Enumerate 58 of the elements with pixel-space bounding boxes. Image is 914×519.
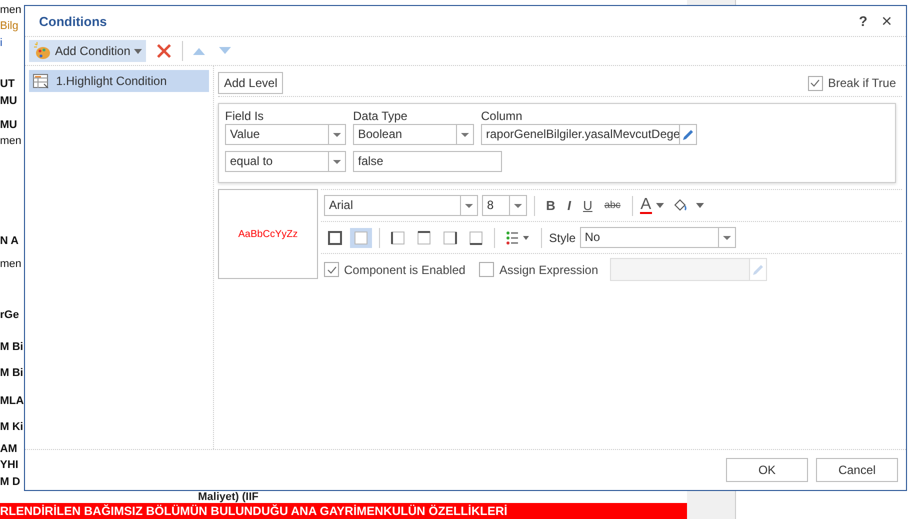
report-text: M D <box>0 476 20 488</box>
field-label: Data Type <box>353 109 408 123</box>
assign-expression-checkbox[interactable]: Assign Expression <box>479 262 598 277</box>
strikethrough-button[interactable]: abc <box>600 200 625 211</box>
font-color-button[interactable]: A <box>640 197 652 214</box>
help-button[interactable]: ? <box>854 10 872 32</box>
table-icon <box>33 74 50 88</box>
report-text: men <box>0 258 22 270</box>
ok-button[interactable]: OK <box>726 458 808 482</box>
close-button[interactable]: × <box>877 10 896 32</box>
caret-icon <box>134 48 142 54</box>
report-text: M Ki <box>0 421 24 433</box>
report-banner: RLENDİRİLEN BAĞIMSIZ BÖLÜMÜN BULUNDUĞU ANA GAYRİMENKULÜN ÖZELLİKLERİ <box>0 503 687 519</box>
expression-field[interactable] <box>610 258 768 281</box>
italic-button[interactable]: I <box>563 198 576 213</box>
report-text: MU <box>0 95 18 107</box>
field-label: Field Is <box>225 109 265 123</box>
report-text: YHI <box>0 459 18 471</box>
pencil-icon <box>752 264 764 276</box>
report-text: MU <box>0 119 18 131</box>
caret-icon <box>696 203 704 208</box>
palette-icon <box>33 42 51 60</box>
report-text: M Bi <box>0 341 24 353</box>
operator-dropdown[interactable]: equal to <box>225 151 346 172</box>
check-icon <box>810 79 820 87</box>
style-dropdown[interactable]: No <box>580 227 736 248</box>
report-text: N A <box>0 235 19 247</box>
check-icon <box>326 266 336 274</box>
add-level-button[interactable]: Add Level <box>218 72 284 94</box>
window-title: Conditions <box>39 14 107 28</box>
cancel-button[interactable]: Cancel <box>816 458 898 482</box>
pencil-icon <box>682 128 694 140</box>
field-is-dropdown[interactable]: Value <box>225 124 346 145</box>
paint-bucket-icon <box>672 198 688 214</box>
data-type-dropdown[interactable]: Boolean <box>353 124 474 145</box>
font-size-dropdown[interactable]: 8 <box>482 195 527 216</box>
caret-icon <box>656 203 664 208</box>
report-text: MLA <box>0 395 24 407</box>
report-text: AM <box>0 443 18 455</box>
field-label: Column <box>481 109 524 123</box>
report-text: Maliyet) (IIF <box>198 491 259 503</box>
component-enabled-checkbox[interactable]: Component is Enabled <box>324 262 466 277</box>
report-text: Bilg <box>0 20 18 32</box>
report-text: UT <box>0 78 15 90</box>
bold-button[interactable]: B <box>542 198 560 213</box>
report-text: M Bi <box>0 367 24 379</box>
style-label: Style <box>549 230 576 244</box>
report-text: men <box>0 135 22 147</box>
style-preview: AaBbCcYyZz <box>218 189 318 279</box>
break-if-true-checkbox[interactable]: Break if True <box>808 76 896 90</box>
add-condition-button[interactable]: Add Condition <box>29 40 146 62</box>
underline-button[interactable]: U <box>579 198 596 213</box>
report-text: rGe <box>0 309 19 321</box>
report-text: men <box>0 4 22 16</box>
report-text: i <box>0 37 2 49</box>
value-field[interactable]: false <box>353 151 502 172</box>
condition-item[interactable]: 1.Highlight Condition <box>29 70 209 92</box>
font-dropdown[interactable]: Arial <box>324 195 478 216</box>
